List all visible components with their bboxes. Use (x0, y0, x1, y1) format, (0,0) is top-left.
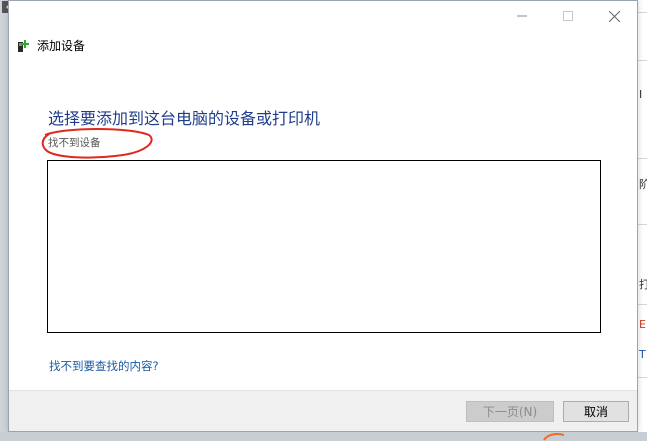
background-text: T (639, 348, 646, 361)
close-icon[interactable] (591, 1, 637, 31)
background-text: I (639, 88, 643, 101)
device-list-box[interactable] (47, 160, 601, 333)
background-divider (637, 158, 647, 159)
help-link[interactable]: 找不到要查找的内容? (49, 358, 159, 374)
background-text: 打 (639, 278, 647, 291)
background-divider (637, 60, 647, 61)
background-divider (637, 224, 647, 225)
dialog-header: 添加设备 (17, 37, 85, 54)
page-heading: 选择要添加到这台电脑的设备或打印机 (48, 109, 321, 128)
background-divider (637, 304, 647, 305)
background-text: E (639, 318, 646, 331)
next-page-button[interactable]: 下一页(N) (466, 401, 554, 422)
cancel-button[interactable]: 取消 (563, 401, 629, 422)
red-mark-annotation (543, 433, 565, 441)
background-text: 阶 (639, 178, 647, 191)
device-add-icon (17, 38, 31, 54)
background-divider (637, 377, 647, 378)
maximize-icon[interactable] (545, 1, 591, 31)
minimize-icon[interactable] (499, 1, 545, 31)
background-divider (637, 12, 647, 13)
dialog-title: 添加设备 (37, 39, 86, 53)
background-left-edge (0, 0, 8, 441)
search-status-text: 找不到设备 (48, 137, 101, 149)
window-controls (499, 1, 637, 31)
screen: I 阶 打 E T 添加设备 选择要添加到这台电脑的设备或打印机 找不到设备 找… (0, 0, 647, 441)
add-device-dialog: 添加设备 选择要添加到这台电脑的设备或打印机 找不到设备 找不到要查找的内容? … (8, 0, 638, 432)
dialog-footer: 下一页(N) 取消 (9, 390, 637, 431)
